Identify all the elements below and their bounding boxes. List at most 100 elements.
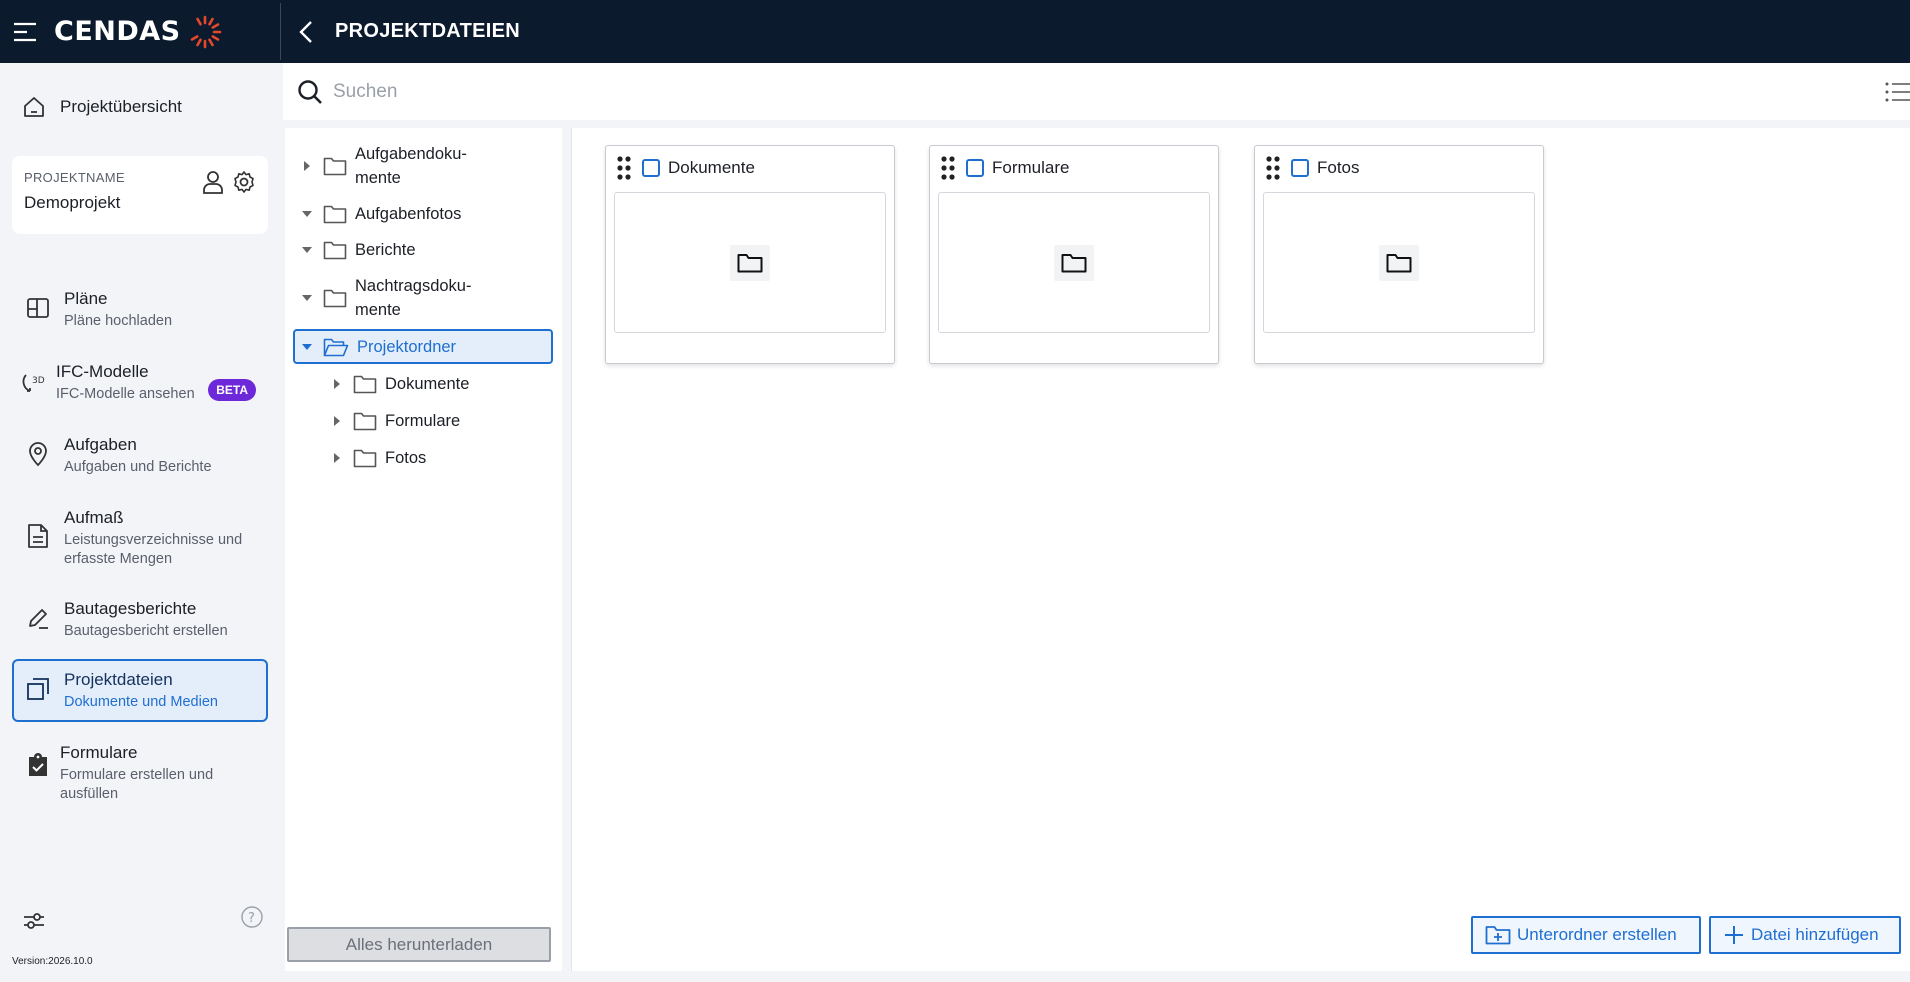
sidebar-item-subtitle: Formulare erstellen und ausfüllen: [60, 767, 214, 802]
sidebar-item-bautagesberichte[interactable]: Bautagesberichte Bautagesbericht erstell…: [12, 588, 268, 652]
folder-preview[interactable]: [1263, 192, 1535, 333]
plus-icon: [1725, 926, 1743, 944]
add-file-button[interactable]: Datei hinzufügen: [1709, 916, 1901, 954]
project-members-button[interactable]: [202, 170, 224, 194]
files-icon: [27, 678, 49, 700]
sidebar-item-plaene[interactable]: Pläne Pläne hochladen: [12, 278, 268, 342]
back-button[interactable]: [281, 0, 331, 63]
create-subfolder-button[interactable]: Unterordner erstellen: [1471, 916, 1701, 954]
chevron-down-icon: [302, 343, 312, 350]
sidebar-item-subtitle: Aufgaben und Berichte: [64, 459, 212, 475]
chevron-left-icon: [299, 20, 312, 43]
sidebar: Projektübersicht PROJEKTNAME Demoprojekt…: [0, 63, 283, 982]
folder-plus-icon: [1485, 926, 1511, 945]
list-icon: [1885, 82, 1910, 102]
drag-handle[interactable]: [940, 155, 956, 181]
folder-checkbox[interactable]: [1291, 159, 1309, 177]
sidebar-item-aufmass[interactable]: Aufmaß Leistungsverzeichnisse und erfass…: [12, 497, 268, 580]
folder-icon: [353, 449, 377, 468]
list-view-toggle[interactable]: [1884, 81, 1910, 108]
3d-icon: 3D: [22, 374, 45, 392]
document-icon: [28, 524, 48, 548]
tree-item-label: Fotos: [385, 449, 427, 467]
top-bar: CENDAS PROJEKTDATEIEN: [0, 0, 1910, 63]
drag-handle-icon: [941, 156, 955, 180]
sidebar-item-title: Projektdateien: [64, 670, 173, 689]
drag-handle[interactable]: [1265, 155, 1281, 181]
tree-item-berichte[interactable]: Berichte: [299, 238, 549, 262]
preferences-button[interactable]: [22, 909, 46, 938]
drag-handle-icon: [1266, 156, 1280, 180]
plans-icon: [27, 298, 49, 318]
folder-preview[interactable]: [614, 192, 886, 333]
tree-item-label: Aufgabenfotos: [355, 205, 462, 223]
sidebar-item-title: Aufmaß: [64, 508, 124, 527]
tree-item-nachtragsdokumente[interactable]: Nachtragsdoku- mente: [299, 274, 549, 322]
sidebar-item-aufgaben[interactable]: Aufgaben Aufgaben und Berichte: [12, 424, 268, 488]
tree-item-label: Berichte: [355, 241, 416, 259]
chevron-down-icon: [302, 295, 312, 301]
sidebar-item-title: IFC-Modelle: [56, 362, 149, 381]
logo-text: CENDAS: [54, 16, 181, 47]
svg-text:?: ?: [248, 911, 255, 926]
folder-icon: [323, 205, 347, 224]
cendas-logo[interactable]: CENDAS: [54, 14, 280, 50]
search-input[interactable]: [333, 80, 1733, 103]
question-mark-icon: ?: [241, 906, 263, 928]
chevron-right-icon: [334, 453, 340, 463]
chevron-right-icon: [334, 379, 340, 389]
folder-open-icon: [323, 338, 349, 356]
folder-card-formulare[interactable]: Formulare: [929, 145, 1219, 364]
sidebar-item-subtitle: Pläne hochladen: [64, 313, 173, 329]
folder-icon: [1386, 253, 1412, 272]
folder-grid: Dokumente Formulare Fotos Unterordner er…: [571, 128, 1910, 971]
chevron-right-icon: [334, 416, 340, 426]
help-button[interactable]: ?: [240, 905, 264, 934]
tree-item-dokumente[interactable]: Dokumente: [329, 372, 549, 396]
folder-preview[interactable]: [938, 192, 1210, 333]
tree-item-label: Dokumente: [385, 375, 470, 393]
sidebar-item-title: Formulare: [60, 743, 138, 762]
tree-item-formulare[interactable]: Formulare: [329, 409, 549, 433]
drag-handle[interactable]: [616, 155, 632, 181]
sidebar-item-title: Aufgaben: [64, 435, 137, 454]
sidebar-item-label: Projektübersicht: [60, 97, 182, 116]
chevron-right-icon: [304, 161, 310, 171]
folder-icon: [323, 241, 347, 260]
folder-card-title: Dokumente: [668, 158, 755, 177]
folder-icon: [323, 289, 347, 308]
user-icon: [203, 171, 223, 194]
folder-checkbox[interactable]: [966, 159, 984, 177]
sidebar-item-ifc-modelle[interactable]: 3D IFC-Modelle IFC-Modelle ansehen BETA: [12, 351, 268, 415]
sidebar-item-subtitle: Bautagesbericht erstellen: [64, 623, 228, 639]
folder-checkbox[interactable]: [642, 159, 660, 177]
tree-item-fotos[interactable]: Fotos: [329, 446, 549, 470]
sidebar-item-project-overview[interactable]: Projektübersicht: [12, 85, 268, 129]
project-settings-button[interactable]: [232, 170, 256, 194]
page-title: PROJEKTDATEIEN: [335, 20, 520, 42]
search-icon: [298, 79, 322, 104]
sidebar-item-subtitle: IFC-Modelle ansehen: [56, 386, 195, 402]
menu-button[interactable]: [0, 0, 50, 63]
tree-item-label: Formulare: [385, 412, 461, 430]
folder-card-title: Formulare: [992, 158, 1070, 177]
folder-card-fotos[interactable]: Fotos: [1254, 145, 1544, 364]
beta-badge: BETA: [208, 379, 256, 401]
chevron-down-icon: [302, 247, 312, 253]
chevron-down-icon: [302, 211, 312, 217]
button-label: Datei hinzufügen: [1751, 925, 1879, 944]
tree-item-projektordner[interactable]: Projektordner: [293, 329, 553, 364]
folder-icon: [353, 375, 377, 394]
folder-card-title: Fotos: [1317, 158, 1360, 177]
download-all-button[interactable]: Alles herunterladen: [287, 927, 551, 962]
tree-item-aufgabendokumente[interactable]: Aufgabendoku- mente: [299, 142, 549, 190]
sidebar-item-subtitle: Dokumente und Medien: [64, 694, 218, 710]
tree-item-aufgabenfotos[interactable]: Aufgabenfotos: [299, 202, 549, 226]
folder-card-dokumente[interactable]: Dokumente: [605, 145, 895, 364]
sidebar-item-formulare[interactable]: Formulare Formulare erstellen und ausfül…: [12, 732, 268, 815]
logo-mark-icon: [190, 15, 221, 48]
folder-icon: [353, 412, 377, 431]
version-label: Version:2026.10.0: [12, 956, 93, 967]
clipboard-icon: [29, 753, 47, 776]
sidebar-item-projektdateien[interactable]: Projektdateien Dokumente und Medien: [12, 659, 268, 722]
